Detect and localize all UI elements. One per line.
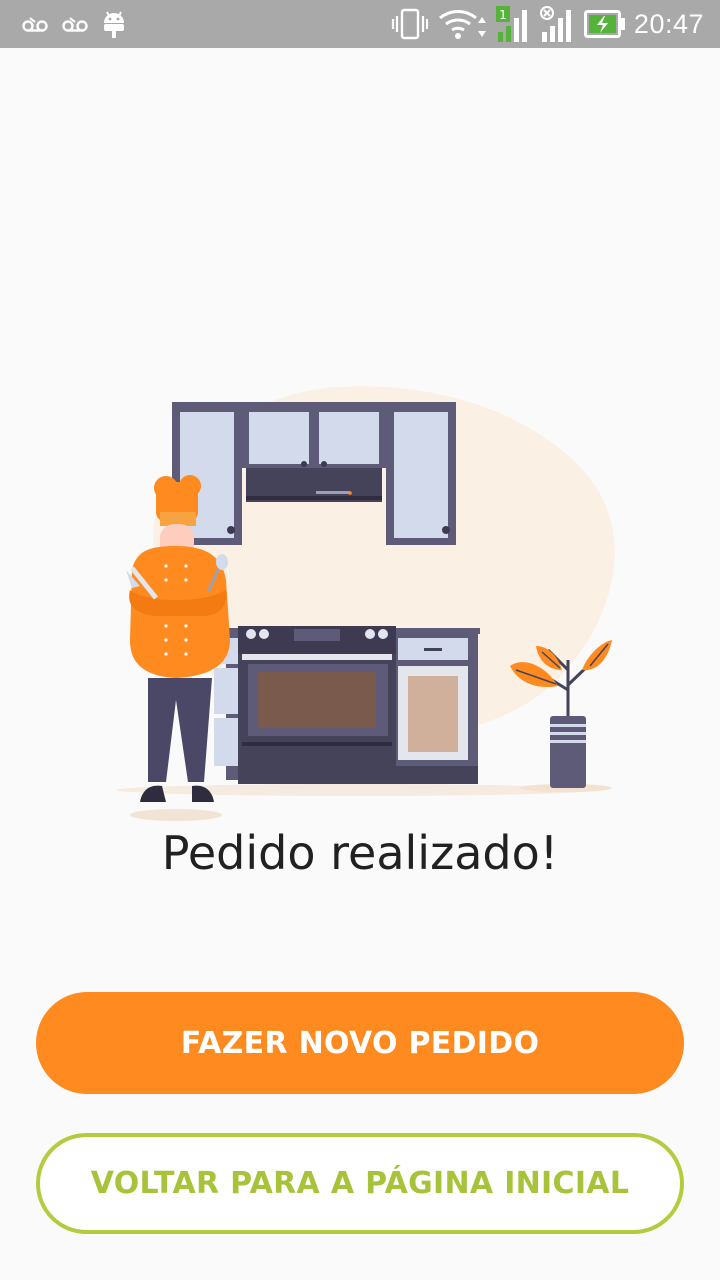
signal-sim1-icon: 1	[495, 6, 532, 42]
voicemail-icon	[62, 14, 88, 34]
chef-kitchen-illustration	[116, 386, 615, 821]
stove-counter	[214, 626, 480, 784]
vibrate-icon	[390, 8, 430, 40]
back-to-home-button[interactable]: VOLTAR PARA A PÁGINA INICIAL	[36, 1133, 684, 1234]
status-bar-system: 1 20:47	[382, 6, 704, 42]
sim-badge: 1	[499, 8, 507, 22]
clock: 20:47	[633, 8, 704, 39]
page-title: Pedido realizado!	[161, 826, 559, 880]
new-order-button[interactable]: FAZER NOVO PEDIDO	[36, 992, 684, 1094]
android-icon	[102, 9, 126, 39]
status-bar-notifications	[22, 9, 140, 39]
status-bar: 1 20:47	[0, 0, 720, 48]
battery-charging-icon	[583, 10, 626, 38]
voicemail-icon	[22, 14, 48, 34]
wifi-icon	[438, 7, 488, 41]
plant	[510, 640, 612, 792]
signal-sim2-no-service-icon	[539, 6, 576, 42]
